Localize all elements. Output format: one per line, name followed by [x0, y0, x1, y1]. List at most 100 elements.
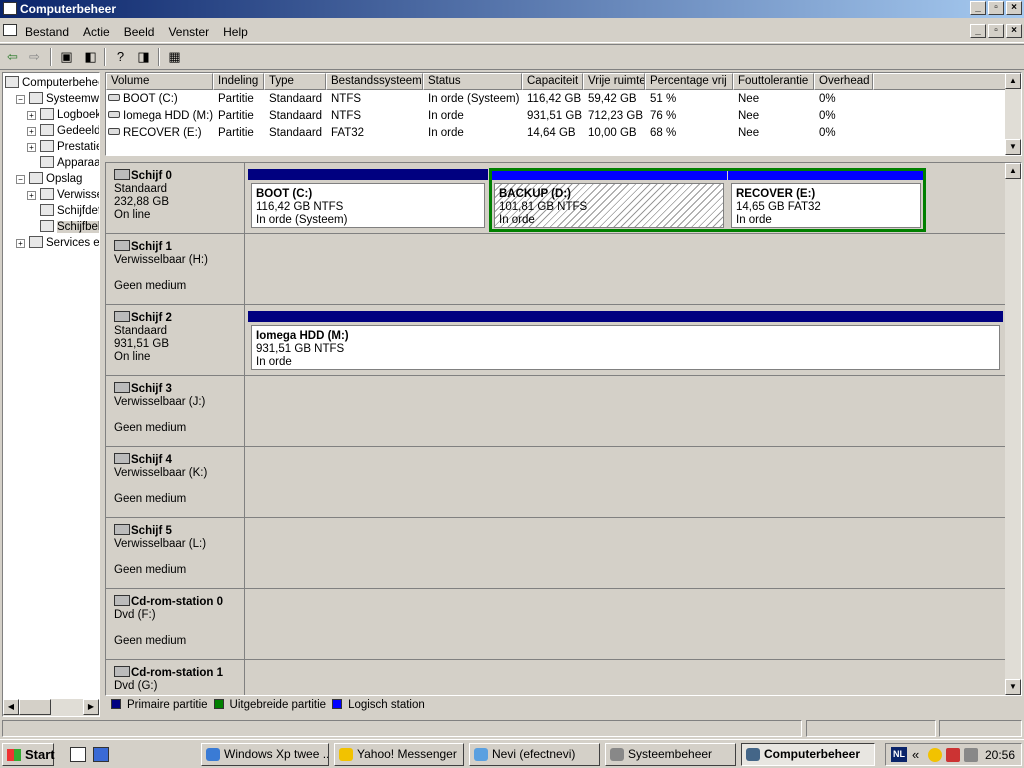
settings-icon[interactable]: ▦ — [166, 49, 183, 65]
column-header[interactable]: Indeling — [213, 73, 264, 90]
tree-node-icon — [40, 220, 54, 232]
column-header[interactable]: Overhead — [814, 73, 873, 90]
menu-item-4[interactable]: Help — [216, 25, 255, 39]
expand-toggle-icon[interactable]: − — [16, 175, 25, 184]
expand-toggle-icon[interactable]: + — [16, 239, 25, 248]
tree-node[interactable]: − Systeemwerkset — [16, 91, 99, 107]
expand-toggle-icon[interactable]: + — [27, 127, 36, 136]
disk-map-scrollbar[interactable]: ▲ ▼ — [1005, 163, 1021, 695]
taskbar-button[interactable]: Yahoo! Messenger — [334, 743, 464, 766]
disk-detail: Geen medium — [114, 635, 187, 647]
up-folder-icon[interactable]: ▣ — [58, 49, 75, 65]
table-row[interactable]: BOOT (C:) Partitie Standaard NTFS In orde (S… — [106, 91, 873, 108]
expand-toggle-icon[interactable]: + — [27, 111, 36, 120]
child-close-button[interactable]: × — [1006, 24, 1022, 38]
child-minimize-button[interactable]: _ — [970, 24, 986, 38]
language-indicator[interactable]: NL — [891, 747, 907, 762]
forward-arrow-icon[interactable]: ⇨ — [26, 49, 43, 65]
quick-launch-icon[interactable] — [93, 747, 109, 762]
tree-node[interactable]: Schijfbeheer — [27, 219, 99, 235]
expand-toggle-icon[interactable]: − — [16, 95, 25, 104]
menu-item-3[interactable]: Venster — [161, 25, 216, 39]
taskbar-button[interactable]: Computerbeheer — [741, 743, 875, 766]
tree-horizontal-scrollbar[interactable]: ◀ ▶ — [3, 699, 99, 716]
disk-info[interactable]: Schijf 0 Standaard 232,88 GB On line — [106, 163, 245, 233]
table-cell: 68 % — [645, 125, 733, 142]
disk-name: Schijf 3 — [114, 382, 244, 396]
tree-node[interactable]: − Opslag — [16, 171, 82, 187]
tree-node[interactable]: + Gedeelde mappen — [27, 123, 99, 139]
show-desktop-icon[interactable] — [70, 747, 86, 762]
partition-body: BOOT (C:) 116,42 GB NTFS In orde (Systeem) — [251, 183, 485, 228]
disk-info[interactable]: Schijf 3 Verwisselbaar (J:) Geen medium — [106, 376, 245, 446]
menu-item-0[interactable]: Bestand — [18, 25, 76, 39]
table-row[interactable]: RECOVER (E:) Partitie Standaard FAT32 In ord… — [106, 125, 873, 142]
partition-block[interactable]: Iomega HDD (M:) 931,51 GB NTFS In orde — [248, 311, 1003, 373]
console-icon[interactable] — [3, 24, 17, 36]
tree-node[interactable]: + Prestaties — [27, 139, 99, 155]
column-header[interactable]: Type — [264, 73, 326, 90]
start-button[interactable]: Start — [2, 743, 55, 766]
messenger-tray-icon[interactable] — [928, 748, 942, 762]
partition-body: BACKUP (D:) 101,81 GB NTFS In orde — [494, 183, 724, 228]
column-header[interactable]: Fouttolerantie — [733, 73, 814, 90]
table-cell: BOOT (C:) — [106, 91, 213, 108]
child-restore-button[interactable]: ▫ — [988, 24, 1004, 38]
volume-list-scrollbar[interactable]: ▲ ▼ — [1005, 73, 1021, 155]
disk-icon — [114, 666, 130, 677]
partition-name: BOOT (C:) — [256, 188, 313, 200]
partition-block[interactable]: BACKUP (D:) 101,81 GB NTFS In orde — [491, 169, 727, 231]
network-tray-icon[interactable] — [964, 748, 978, 762]
back-arrow-icon[interactable]: ⇦ — [4, 49, 21, 65]
tree-node[interactable]: + Verwisselbare opslag — [27, 187, 99, 203]
table-row[interactable]: Iomega HDD (M:) Partitie Standaard NTFS In o… — [106, 108, 873, 125]
cell-text: 10,00 GB — [588, 127, 637, 139]
table-cell: Partitie — [213, 108, 264, 125]
column-header[interactable]: Volume — [106, 73, 213, 90]
maximize-button[interactable]: ▫ — [988, 1, 1004, 15]
minimize-button[interactable]: _ — [970, 1, 986, 15]
browser-icon — [206, 748, 220, 761]
disk-info[interactable]: Schijf 1 Verwisselbaar (H:) Geen medium — [106, 234, 245, 304]
table-cell: FAT32 — [326, 125, 423, 142]
tree-node[interactable]: Apparaatbeheer — [27, 155, 99, 171]
close-button[interactable]: × — [1006, 1, 1022, 15]
column-header[interactable]: Percentage vrij — [645, 73, 733, 90]
table-cell: 712,23 GB — [583, 108, 645, 125]
taskbar-button[interactable]: Nevi (efectnevi) — [469, 743, 600, 766]
properties-icon[interactable]: ◨ — [135, 49, 152, 65]
tree-node[interactable]: Computerbeheer — [5, 75, 99, 91]
disk-name: Cd-rom-station 1 — [114, 666, 244, 680]
menu-item-1[interactable]: Actie — [76, 25, 117, 39]
column-header[interactable]: Vrije ruimte — [583, 73, 645, 90]
partition-block[interactable]: BOOT (C:) 116,42 GB NTFS In orde (Systeem) — [248, 169, 488, 231]
tree-node[interactable]: + Services en toepassingen — [16, 235, 99, 251]
column-header[interactable]: Capaciteit — [522, 73, 583, 90]
windows-flag-icon — [7, 749, 21, 761]
taskbar-button[interactable]: Windows Xp twee ... — [201, 743, 329, 766]
disk-icon — [114, 595, 130, 606]
tree-node[interactable]: Schijfdefragmentatie — [27, 203, 99, 219]
disk-info[interactable]: Schijf 4 Verwisselbaar (K:) Geen medium — [106, 447, 245, 517]
disk-name: Cd-rom-station 0 — [114, 595, 244, 609]
expand-toggle-icon[interactable]: + — [27, 143, 36, 152]
column-header[interactable]: Status — [423, 73, 522, 90]
taskbar-button[interactable]: Systeembeheer — [605, 743, 736, 766]
disk-detail: On line — [114, 209, 151, 221]
column-header[interactable]: Bestandssysteem — [326, 73, 423, 90]
menu-item-2[interactable]: Beeld — [117, 25, 162, 39]
disk-info[interactable]: Schijf 5 Verwisselbaar (L:) Geen medium — [106, 518, 245, 588]
disk-icon — [114, 453, 130, 464]
cell-text: BOOT (C:) — [123, 93, 178, 105]
tray-expand-chevron[interactable]: « — [912, 747, 919, 762]
help-icon[interactable]: ? — [112, 49, 129, 65]
partition-block[interactable]: RECOVER (E:) 14,65 GB FAT32 In orde — [728, 169, 924, 231]
tree-node[interactable]: + Logboeken — [27, 107, 99, 123]
disk-info[interactable]: Cd-rom-station 1 Dvd (G:) — [106, 660, 245, 695]
show-tree-icon[interactable]: ◧ — [82, 49, 99, 65]
security-tray-icon[interactable] — [946, 748, 960, 762]
disk-info[interactable]: Schijf 2 Standaard 931,51 GB On line — [106, 305, 245, 375]
disk-info[interactable]: Cd-rom-station 0 Dvd (F:) Geen medium — [106, 589, 245, 659]
expand-toggle-icon[interactable]: + — [27, 191, 36, 200]
disk-detail: Standaard — [114, 325, 168, 337]
